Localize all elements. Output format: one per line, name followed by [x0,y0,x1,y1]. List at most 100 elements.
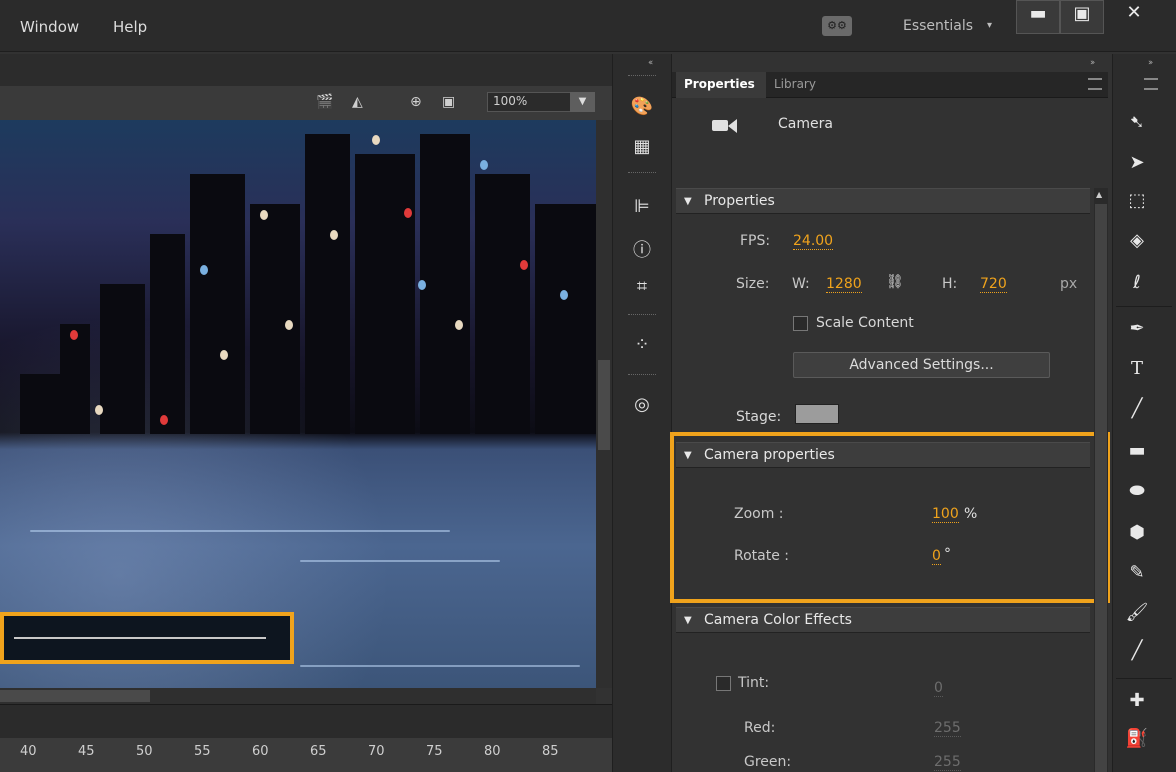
scroll-up-icon[interactable]: ▲ [1096,190,1102,199]
line-tool-icon[interactable]: ╱ [1122,398,1152,419]
link-icon[interactable]: ⛓ [886,274,904,290]
unit-label: px [1060,276,1078,292]
stage-canvas[interactable] [0,120,596,688]
dock-grip[interactable] [628,314,656,317]
transform-panel-icon[interactable]: ⌗ [627,276,657,297]
building-silhouette [150,234,185,434]
tint-checkbox[interactable] [716,676,731,691]
restore-button[interactable]: ▣ [1060,0,1104,34]
oval-tool-icon[interactable]: ⬬ [1122,480,1152,501]
city-light [95,405,103,415]
triangle-down-icon[interactable]: ▼ [684,615,692,626]
building-silhouette [100,284,145,434]
panel-menu-icon[interactable] [1088,78,1102,90]
pencil-tool-icon[interactable]: ✎ [1122,562,1152,583]
height-value[interactable]: 720 [980,276,1007,293]
city-light [220,350,228,360]
tab-library[interactable]: Library [770,72,832,98]
frame-tick: 80 [484,744,501,759]
timeline-frame-ruler[interactable]: 40 45 50 55 60 65 70 75 80 85 [0,738,612,772]
building-silhouette [475,174,530,434]
width-label: W: [792,276,810,292]
section-properties-title[interactable]: Properties [704,193,775,209]
scale-content-label: Scale Content [816,315,914,331]
frame-tick: 60 [252,744,269,759]
bone-tool-icon[interactable]: ✚ [1122,690,1152,711]
workspace-label[interactable]: Essentials [903,18,973,34]
camera-icon [712,120,728,131]
building-silhouette [305,134,350,434]
dock-grip[interactable] [628,75,656,78]
color-panel-icon[interactable]: 🎨 [627,96,657,117]
pen-tool-icon[interactable]: ✒ [1122,318,1152,339]
lasso-tool-icon[interactable]: ℓ [1122,272,1152,293]
green-label: Green: [744,754,792,770]
frame-tick: 40 [20,744,37,759]
symbol-icon[interactable]: ◭ [352,94,363,110]
section-camera-color-effects-title[interactable]: Camera Color Effects [704,612,852,628]
red-value[interactable]: 255 [934,720,961,737]
red-label: Red: [744,720,776,736]
close-button[interactable]: ✕ [1104,0,1164,34]
rectangle-tool-icon[interactable]: ▬ [1122,440,1152,461]
building-silhouette [190,174,245,434]
city-light [160,415,168,425]
cc-libraries-icon[interactable]: ◎ [627,394,657,415]
collapse-tools-icon[interactable]: ›› [1148,58,1153,68]
dock-grip[interactable] [628,374,656,377]
polystar-tool-icon[interactable]: ⬢ [1122,522,1152,543]
menu-help[interactable]: Help [113,18,147,36]
text-tool-icon[interactable]: T [1122,358,1152,379]
stage-horizontal-scroll-thumb[interactable] [0,690,150,702]
chevron-down-icon[interactable]: ▼ [570,92,595,112]
city-light [70,330,78,340]
clapperboard-icon[interactable]: 🎬 [316,94,333,110]
minimize-button[interactable]: ▬ [1016,0,1060,34]
green-value[interactable]: 255 [934,754,961,771]
collapse-panels-icon[interactable]: ‹‹ [648,58,653,68]
city-light [285,320,293,330]
3d-rotation-tool-icon[interactable]: ◈ [1122,230,1152,251]
building-silhouette [60,324,90,434]
menu-window[interactable]: Window [20,18,79,36]
free-transform-tool-icon[interactable]: ⬚ [1122,190,1152,211]
city-light [520,260,528,270]
stage-color-swatch[interactable] [795,404,839,424]
frame-tick: 45 [78,744,95,759]
paint-bucket-tool-icon[interactable]: ⛽ [1122,728,1152,749]
subselection-tool-icon[interactable]: ➤ [1122,152,1152,173]
stage-vertical-scroll-thumb[interactable] [598,360,610,450]
center-stage-icon[interactable]: ⊕ [410,94,422,110]
workspace-switch-icon[interactable]: ⚙⚙ [822,16,852,36]
fps-value[interactable]: 24.00 [793,233,834,250]
object-type-label: Camera [778,116,833,132]
advanced-settings-button[interactable]: Advanced Settings... [793,352,1050,378]
tab-properties[interactable]: Properties [676,72,766,98]
selection-tool-icon[interactable]: ➷ [1122,112,1152,133]
water-reflection [300,665,580,667]
width-value[interactable]: 1280 [826,276,862,293]
collapse-panel-icon[interactable]: ›› [1090,58,1095,68]
building-silhouette [420,134,470,434]
dock-grip[interactable] [628,172,656,175]
city-light [404,208,412,218]
water-reflection [30,530,450,532]
paint-brush-tool-icon[interactable]: 🖌 [1122,602,1152,623]
brush-tool-icon[interactable]: ╱ [1122,640,1152,661]
clip-content-icon[interactable]: ▣ [442,94,455,110]
align-panel-icon[interactable]: ⊫ [627,196,657,217]
motion-presets-icon[interactable]: ⁘ [627,334,657,355]
chevron-down-icon[interactable]: ▾ [987,20,992,31]
tools-menu-icon[interactable] [1144,78,1158,90]
triangle-down-icon[interactable]: ▼ [684,196,692,207]
info-panel-icon[interactable]: ⓘ [627,236,657,262]
menu-bar: Window Help [0,0,1176,52]
frame-tick: 85 [542,744,559,759]
city-light [560,290,568,300]
swatches-panel-icon[interactable]: ▦ [627,136,657,157]
frame-tick: 65 [310,744,327,759]
scale-content-checkbox[interactable] [793,316,808,331]
zoom-select-value: 100% [493,94,528,108]
properties-vertical-scroll-thumb[interactable] [1095,204,1107,772]
tint-value[interactable]: 0 [934,680,943,697]
